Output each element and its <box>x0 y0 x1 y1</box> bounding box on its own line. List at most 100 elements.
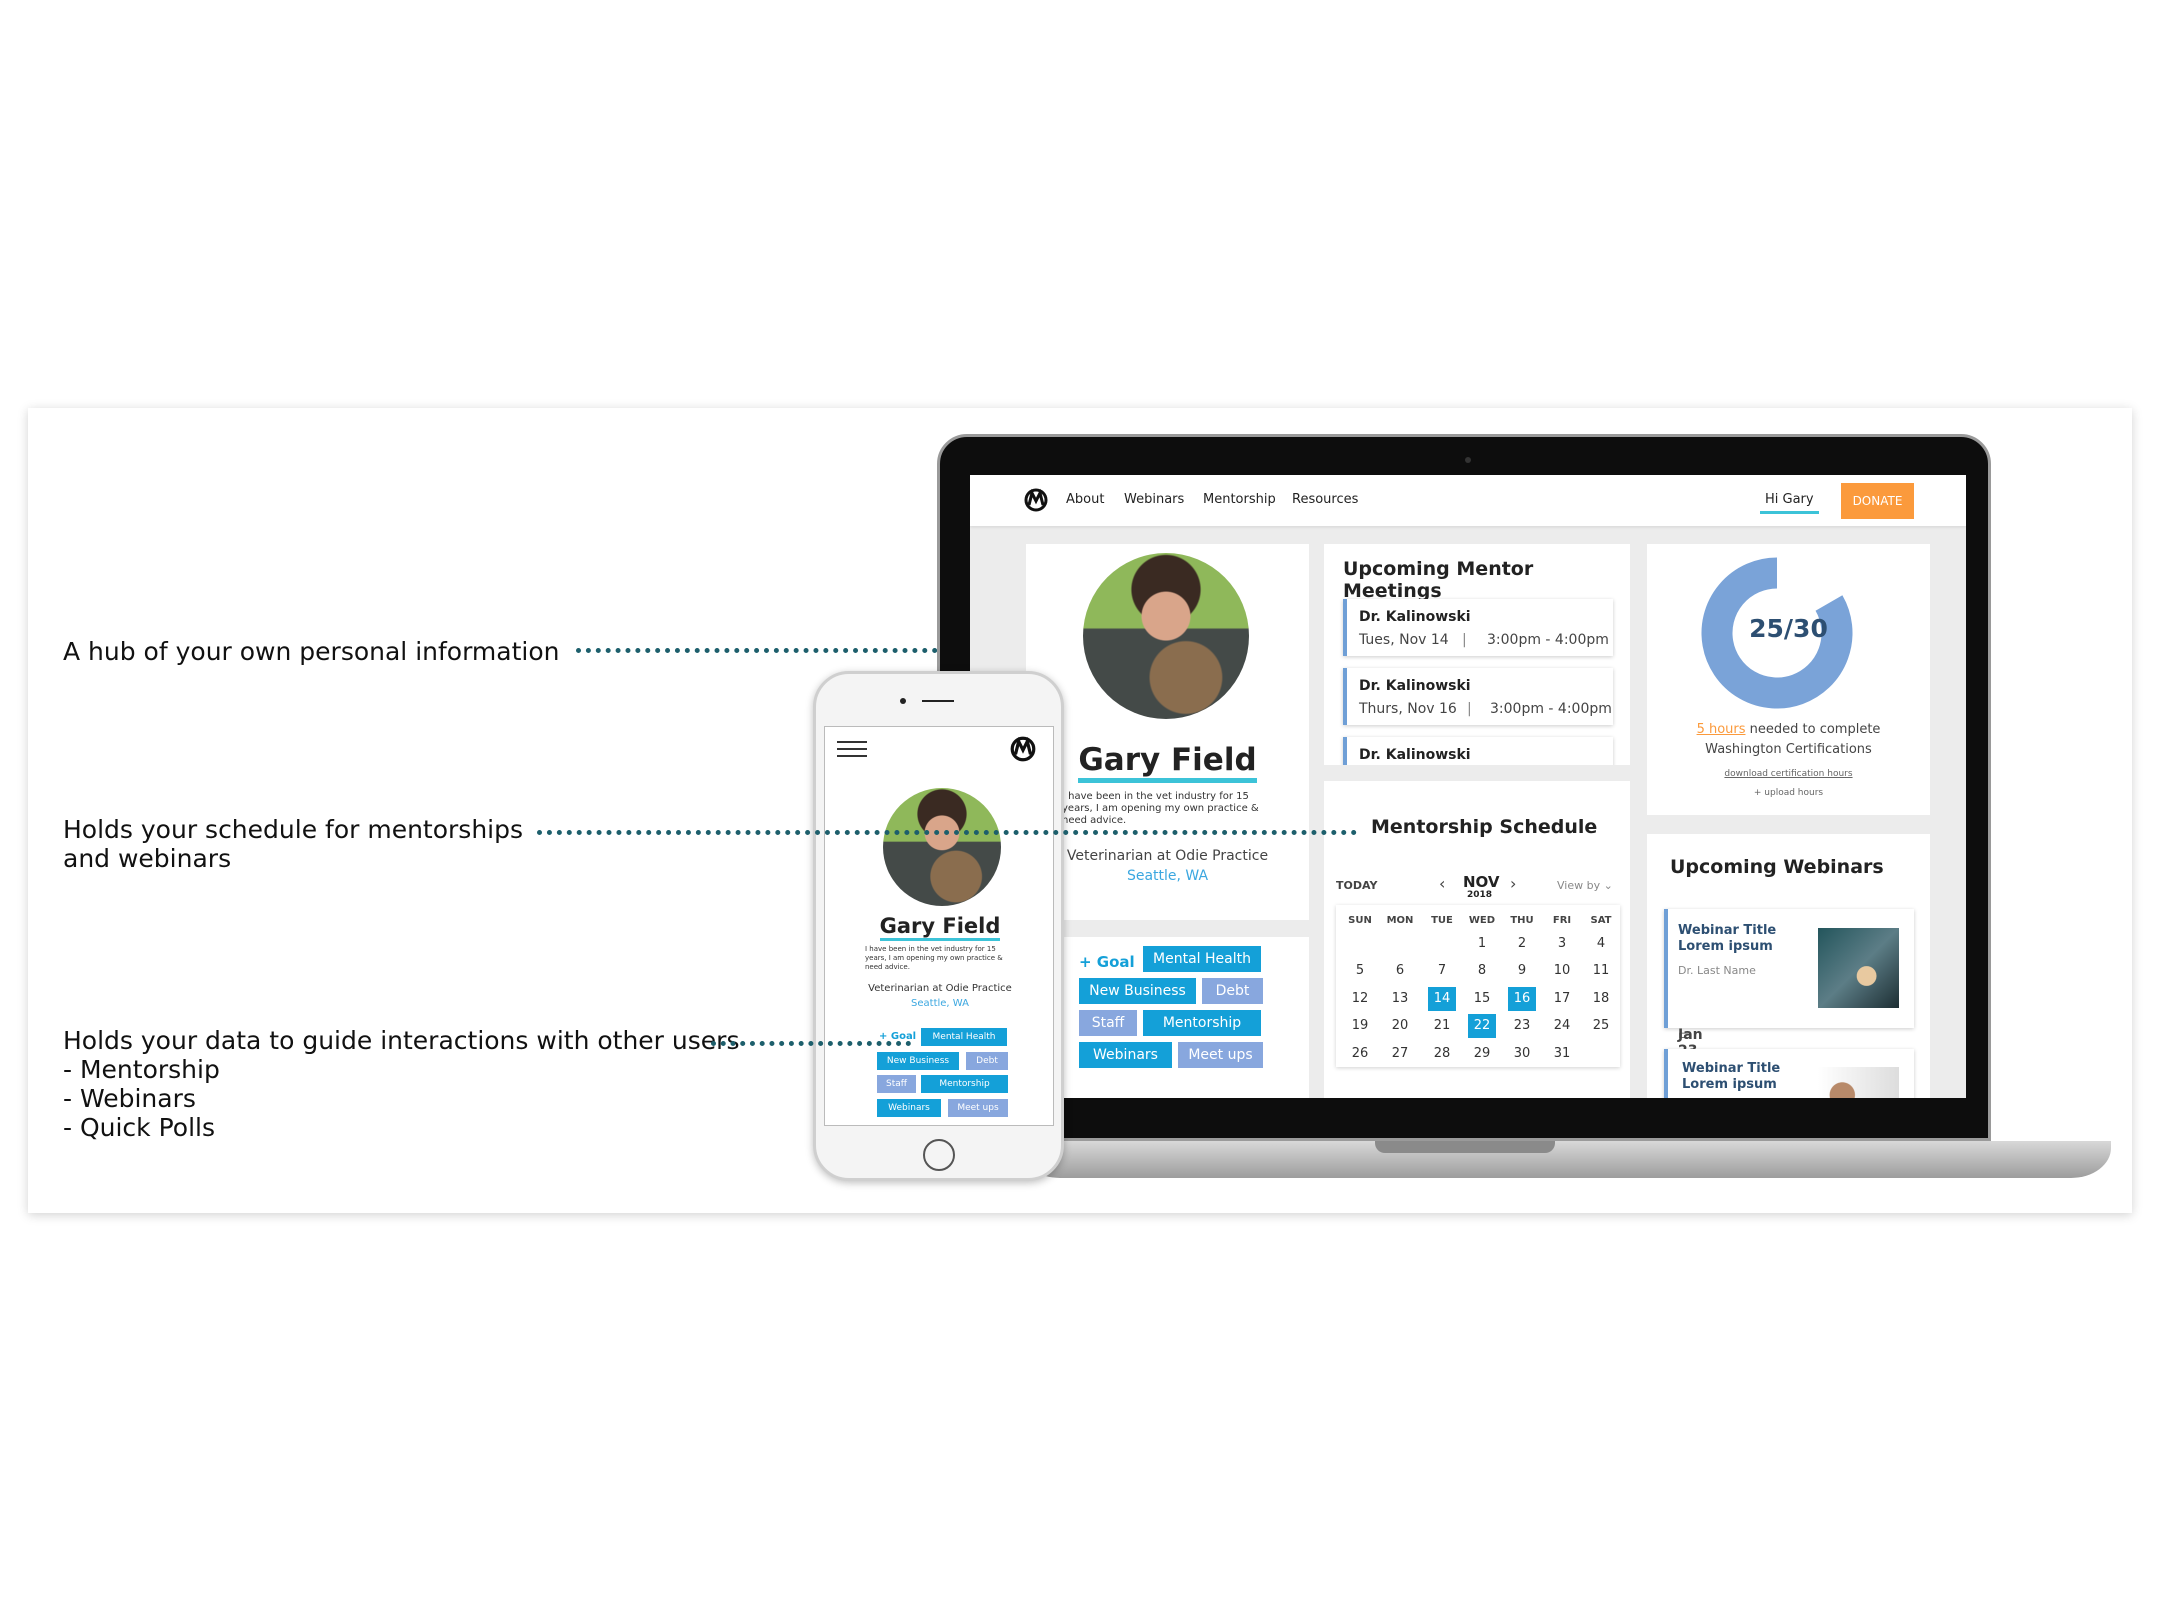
phone-camera <box>900 698 906 704</box>
weekday-header: TUE <box>1431 915 1453 926</box>
calendar-day[interactable]: 30 <box>1508 1042 1536 1066</box>
tag-webinars[interactable]: Webinars <box>877 1099 941 1117</box>
meeting-mentor: Dr. Kalinowski <box>1359 678 1471 694</box>
calendar-day[interactable]: 4 <box>1587 932 1615 956</box>
laptop-base <box>1020 1141 2111 1178</box>
tag-new-business[interactable]: New Business <box>1079 978 1196 1004</box>
weekday-header: THU <box>1510 915 1534 926</box>
profile-photo <box>1083 553 1249 719</box>
mentor-meetings-card: Upcoming Mentor Meetings Dr. Kalinowski T… <box>1324 544 1630 794</box>
donate-button[interactable]: DONATE <box>1841 483 1914 519</box>
next-month-icon[interactable]: › <box>1510 874 1516 893</box>
meeting-item[interactable]: Dr. Kalinowski Tues, Nov 14 | 3:00pm - 4:00… <box>1343 599 1613 656</box>
calendar-day[interactable]: 19 <box>1346 1014 1374 1038</box>
calendar-day[interactable]: 8 <box>1468 959 1496 983</box>
meeting-time: 3:00pm - 4:00pm <box>1490 701 1612 717</box>
schedule-title: Mentorship Schedule <box>1367 816 1598 838</box>
webinar-title-1: Webinar Title <box>1682 1061 1781 1076</box>
profile-location[interactable]: Seattle, WA <box>1026 868 1309 884</box>
prev-month-icon[interactable]: ‹ <box>1439 874 1445 893</box>
hours-link[interactable]: 5 hours <box>1697 722 1746 737</box>
calendar-day[interactable]: 10 <box>1548 959 1576 983</box>
profile-name: Gary Field <box>879 914 1001 941</box>
add-goal-button[interactable]: + Goal <box>1079 953 1135 971</box>
calendar-day[interactable]: 2 <box>1508 932 1536 956</box>
meeting-date: Thurs, Nov 16 <box>1359 701 1457 717</box>
calendar-day[interactable]: 17 <box>1548 987 1576 1011</box>
calendar-day[interactable]: 18 <box>1587 987 1615 1011</box>
calendar-day[interactable]: 11 <box>1587 959 1615 983</box>
calendar-day[interactable]: 3 <box>1548 932 1576 956</box>
tag-mentorship[interactable]: Mentorship <box>1143 1010 1261 1036</box>
progress-label: 25/30 <box>1749 614 1828 643</box>
tag-meet-ups[interactable]: Meet ups <box>1178 1042 1263 1068</box>
annotation-item: - Mentorship <box>63 1055 220 1084</box>
user-greeting[interactable]: Hi Gary <box>1760 492 1819 514</box>
profile-photo <box>883 788 1001 906</box>
calendar-day[interactable]: 6 <box>1386 959 1414 983</box>
profile-location[interactable]: Seattle, WA <box>825 998 1053 1009</box>
download-hours-link[interactable]: download certification hours <box>1647 769 1930 779</box>
tag-debt[interactable]: Debt <box>966 1052 1008 1070</box>
laptop-notch <box>1375 1141 1555 1153</box>
profile-name: Gary Field <box>1078 742 1257 783</box>
nav-mentorship[interactable]: Mentorship <box>1203 492 1276 507</box>
phone-screen: Gary Field I have been in the vet indust… <box>824 726 1054 1126</box>
tag-mentorship[interactable]: Mentorship <box>921 1075 1008 1093</box>
tag-mental-health[interactable]: Mental Health <box>921 1028 1007 1046</box>
today-button[interactable]: TODAY <box>1336 879 1377 892</box>
annotation-line: and webinars <box>63 844 232 873</box>
calendar-day[interactable]: 29 <box>1468 1042 1496 1066</box>
phone-speaker <box>922 700 954 702</box>
calendar-day[interactable]: 16 <box>1508 987 1536 1011</box>
nav-about[interactable]: About <box>1066 492 1104 507</box>
webinar-item[interactable]: Webinar Title Lorem ipsum <box>1664 1049 1914 1098</box>
view-by-dropdown[interactable]: View by ⌄ <box>1557 879 1613 892</box>
profile-role: Veterinarian at Odie Practice <box>868 983 1012 994</box>
calendar-day[interactable]: 23 <box>1508 1014 1536 1038</box>
calendar-day[interactable]: 14 <box>1428 987 1456 1011</box>
calendar-day[interactable]: 9 <box>1508 959 1536 983</box>
nav-webinars[interactable]: Webinars <box>1124 492 1184 507</box>
calendar-day[interactable]: 15 <box>1468 987 1496 1011</box>
webinar-item[interactable]: Webinar Title Lorem ipsum Dr. Last Name ▭… <box>1664 909 1914 1075</box>
calendar-day[interactable]: 22 <box>1468 1014 1496 1038</box>
meetings-title: Upcoming Mentor Meetings <box>1343 558 1534 602</box>
upload-hours-link[interactable]: + upload hours <box>1647 788 1930 798</box>
calendar-day[interactable]: 24 <box>1548 1014 1576 1038</box>
nav-resources[interactable]: Resources <box>1292 492 1358 507</box>
tag-new-business[interactable]: New Business <box>877 1052 959 1070</box>
calendar-day[interactable]: 12 <box>1346 987 1374 1011</box>
calendar-day[interactable]: 13 <box>1386 987 1414 1011</box>
certification-progress-card: 25/30 5 hours needed to complete Washing… <box>1647 544 1930 815</box>
weekday-header: SUN <box>1348 915 1372 926</box>
tag-staff[interactable]: Staff <box>877 1075 916 1093</box>
logo-icon[interactable] <box>1023 487 1049 513</box>
webinar-thumbnail <box>1818 1067 1899 1098</box>
logo-icon[interactable] <box>1009 735 1037 763</box>
calendar-day[interactable]: 25 <box>1587 1014 1615 1038</box>
hamburger-menu-icon[interactable] <box>837 741 867 757</box>
calendar-day[interactable]: 7 <box>1428 959 1456 983</box>
calendar-day[interactable]: 27 <box>1386 1042 1414 1066</box>
calendar-day[interactable]: 21 <box>1428 1014 1456 1038</box>
calendar-grid: SUN MON TUE WED THU FRI SAT 1 2 3 4 5 6 7 8 9 10 11 12 13 14… <box>1336 905 1620 1067</box>
meeting-item[interactable]: Dr. Kalinowski Thurs, Nov 16 | 3:00pm - 4:0… <box>1343 668 1613 725</box>
weekday-header: FRI <box>1552 915 1572 926</box>
phone-home-button[interactable] <box>923 1139 955 1171</box>
tag-mental-health[interactable]: Mental Health <box>1143 946 1261 972</box>
tag-webinars[interactable]: Webinars <box>1079 1042 1172 1068</box>
calendar-day[interactable]: 20 <box>1386 1014 1414 1038</box>
calendar-day[interactable]: 26 <box>1346 1042 1374 1066</box>
webinar-title-2: Lorem ipsum <box>1682 1077 1777 1092</box>
calendar-day[interactable]: 31 <box>1548 1042 1576 1066</box>
phone-device: Gary Field I have been in the vet indust… <box>813 671 1064 1181</box>
calendar-day[interactable]: 5 <box>1346 959 1374 983</box>
gap <box>1324 765 1630 781</box>
weekday-header: WED <box>1468 915 1496 926</box>
calendar-day[interactable]: 1 <box>1468 932 1496 956</box>
calendar-day[interactable]: 28 <box>1428 1042 1456 1066</box>
tag-meet-ups[interactable]: Meet ups <box>948 1099 1008 1117</box>
tag-staff[interactable]: Staff <box>1079 1010 1137 1036</box>
tag-debt[interactable]: Debt <box>1202 978 1263 1004</box>
